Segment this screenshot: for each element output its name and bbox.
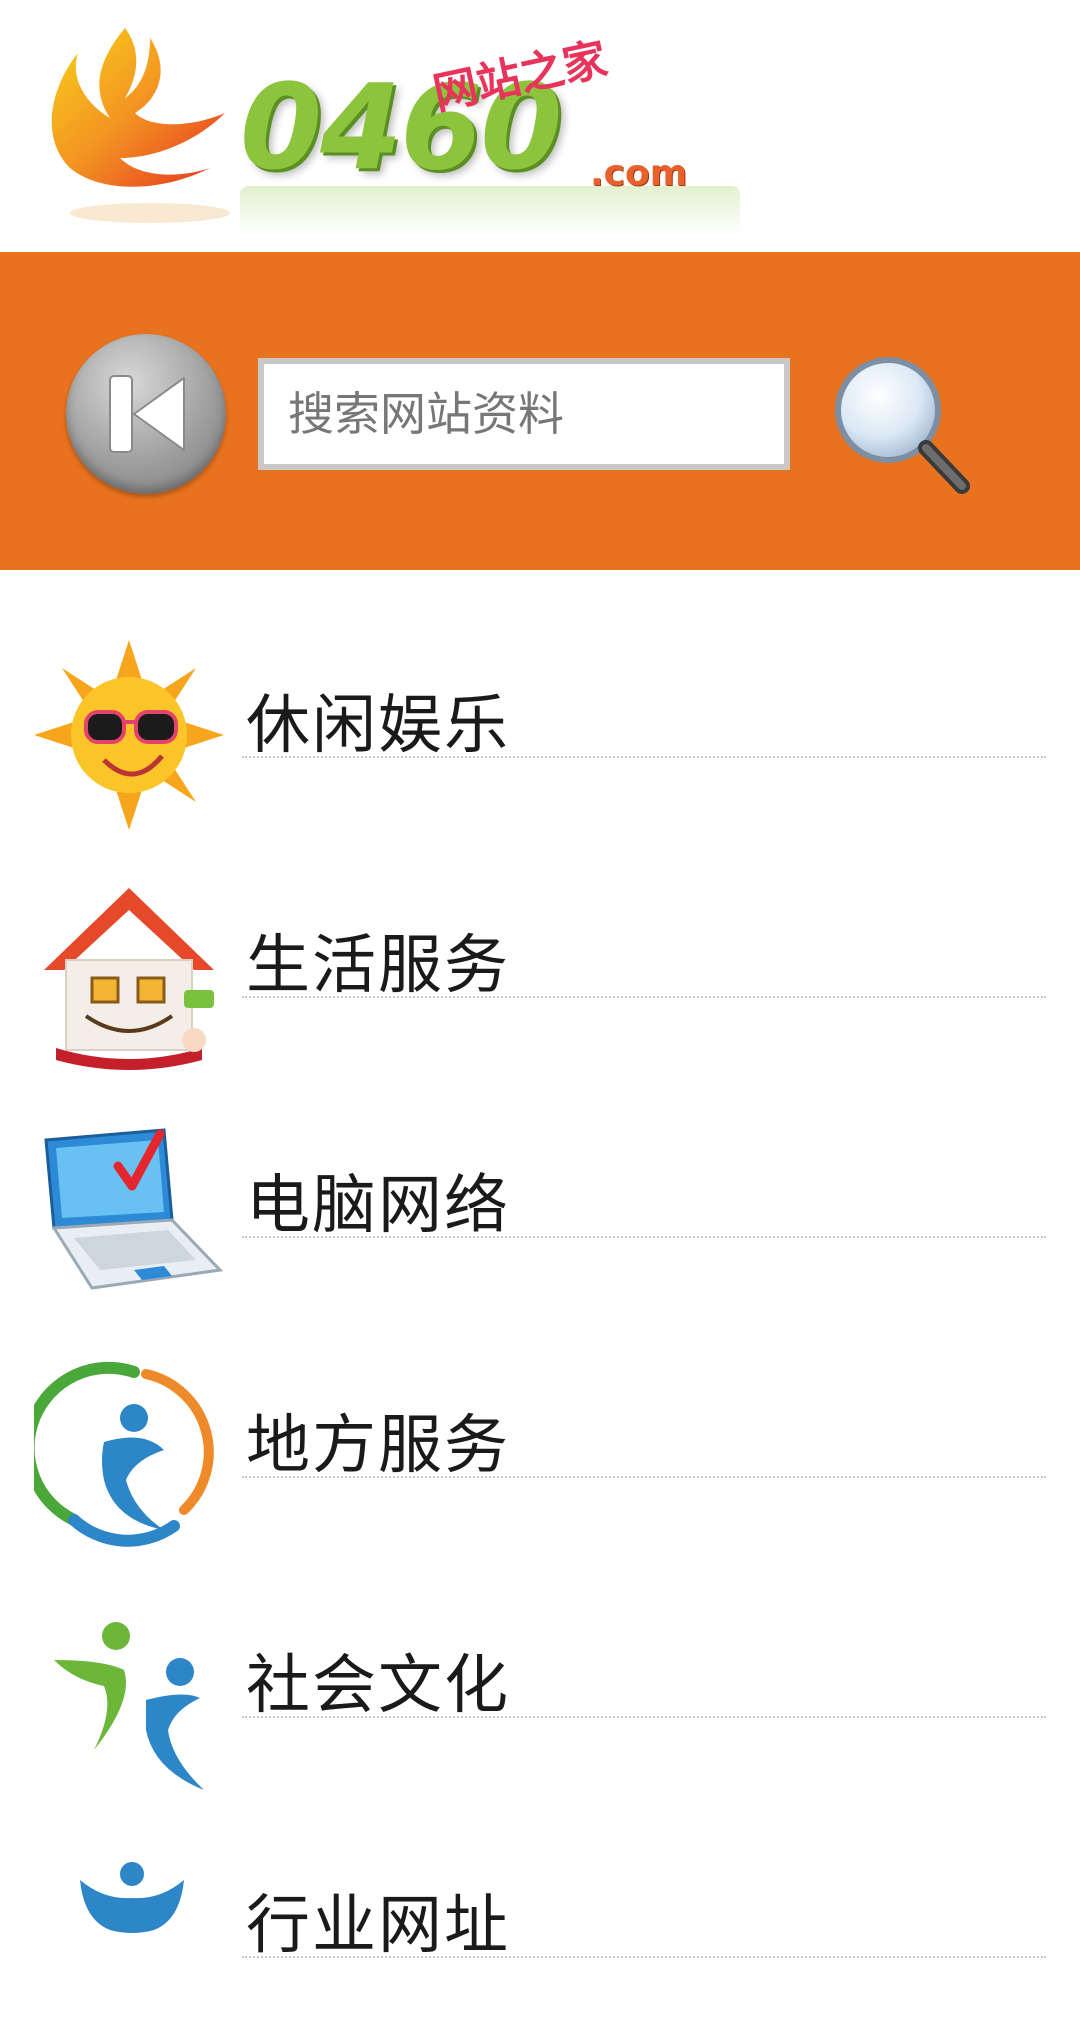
category-label: 生活服务	[246, 929, 510, 1003]
category-item[interactable]: 地方服务	[0, 1360, 1080, 1560]
magnifier-icon	[835, 357, 970, 494]
category-label: 休闲娱乐	[246, 689, 510, 763]
category-item[interactable]: 行业网址	[0, 1840, 1080, 2040]
back-button[interactable]	[66, 334, 226, 494]
person-circle-icon	[34, 1361, 214, 1547]
divider	[242, 996, 1046, 998]
category-label: 社会文化	[246, 1649, 510, 1723]
search-bar	[0, 252, 1080, 570]
smiling-house-icon	[44, 888, 214, 1070]
category-item[interactable]: 电脑网络	[0, 1120, 1080, 1320]
category-item[interactable]: 社会文化	[0, 1600, 1080, 1800]
divider	[242, 1716, 1046, 1718]
logo-domain-suffix: .com	[590, 153, 688, 194]
phoenix-logo-icon	[51, 28, 230, 223]
skip-back-icon	[109, 375, 185, 453]
divider	[242, 1476, 1046, 1478]
category-label: 地方服务	[246, 1409, 510, 1483]
category-item[interactable]: 休闲娱乐	[0, 640, 1080, 840]
category-label: 电脑网络	[246, 1169, 510, 1243]
divider	[242, 1236, 1046, 1238]
category-label: 行业网址	[246, 1889, 510, 1963]
laptop-checkmark-icon	[44, 1128, 224, 1290]
search-button[interactable]	[830, 352, 970, 502]
person-hands-up-icon	[80, 1862, 184, 1933]
sun-sunglasses-icon	[34, 640, 224, 830]
search-input[interactable]	[258, 358, 790, 470]
divider	[242, 756, 1046, 758]
divider	[242, 1956, 1046, 1958]
two-people-dancing-icon	[54, 1622, 204, 1790]
header: 0460 .com 网站之家	[0, 0, 1080, 252]
site-logo[interactable]: 0460 .com 网站之家	[30, 18, 740, 236]
category-item[interactable]: 生活服务	[0, 880, 1080, 1080]
